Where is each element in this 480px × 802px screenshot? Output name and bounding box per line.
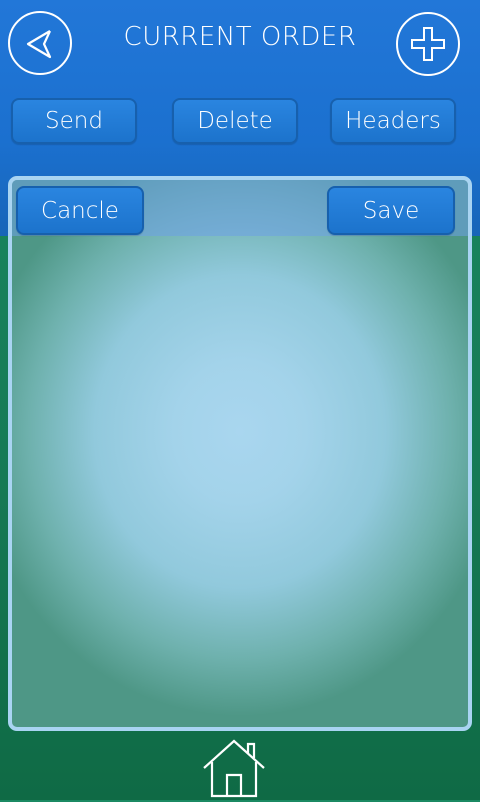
save-button[interactable]: Save: [327, 186, 455, 235]
page-title: CURRENT ORDER: [123, 22, 357, 52]
cancel-button[interactable]: Cancle: [16, 186, 144, 235]
headers-button[interactable]: Headers: [330, 98, 456, 144]
back-arrow-icon: [26, 30, 52, 59]
add-button[interactable]: [396, 12, 460, 76]
order-panel: Cancle Save: [8, 176, 472, 731]
home-button[interactable]: [201, 738, 267, 798]
home-icon: [203, 739, 265, 798]
send-button[interactable]: Send: [11, 98, 137, 144]
delete-button[interactable]: Delete: [172, 98, 298, 144]
back-button[interactable]: [8, 11, 72, 75]
plus-icon: [411, 27, 445, 61]
